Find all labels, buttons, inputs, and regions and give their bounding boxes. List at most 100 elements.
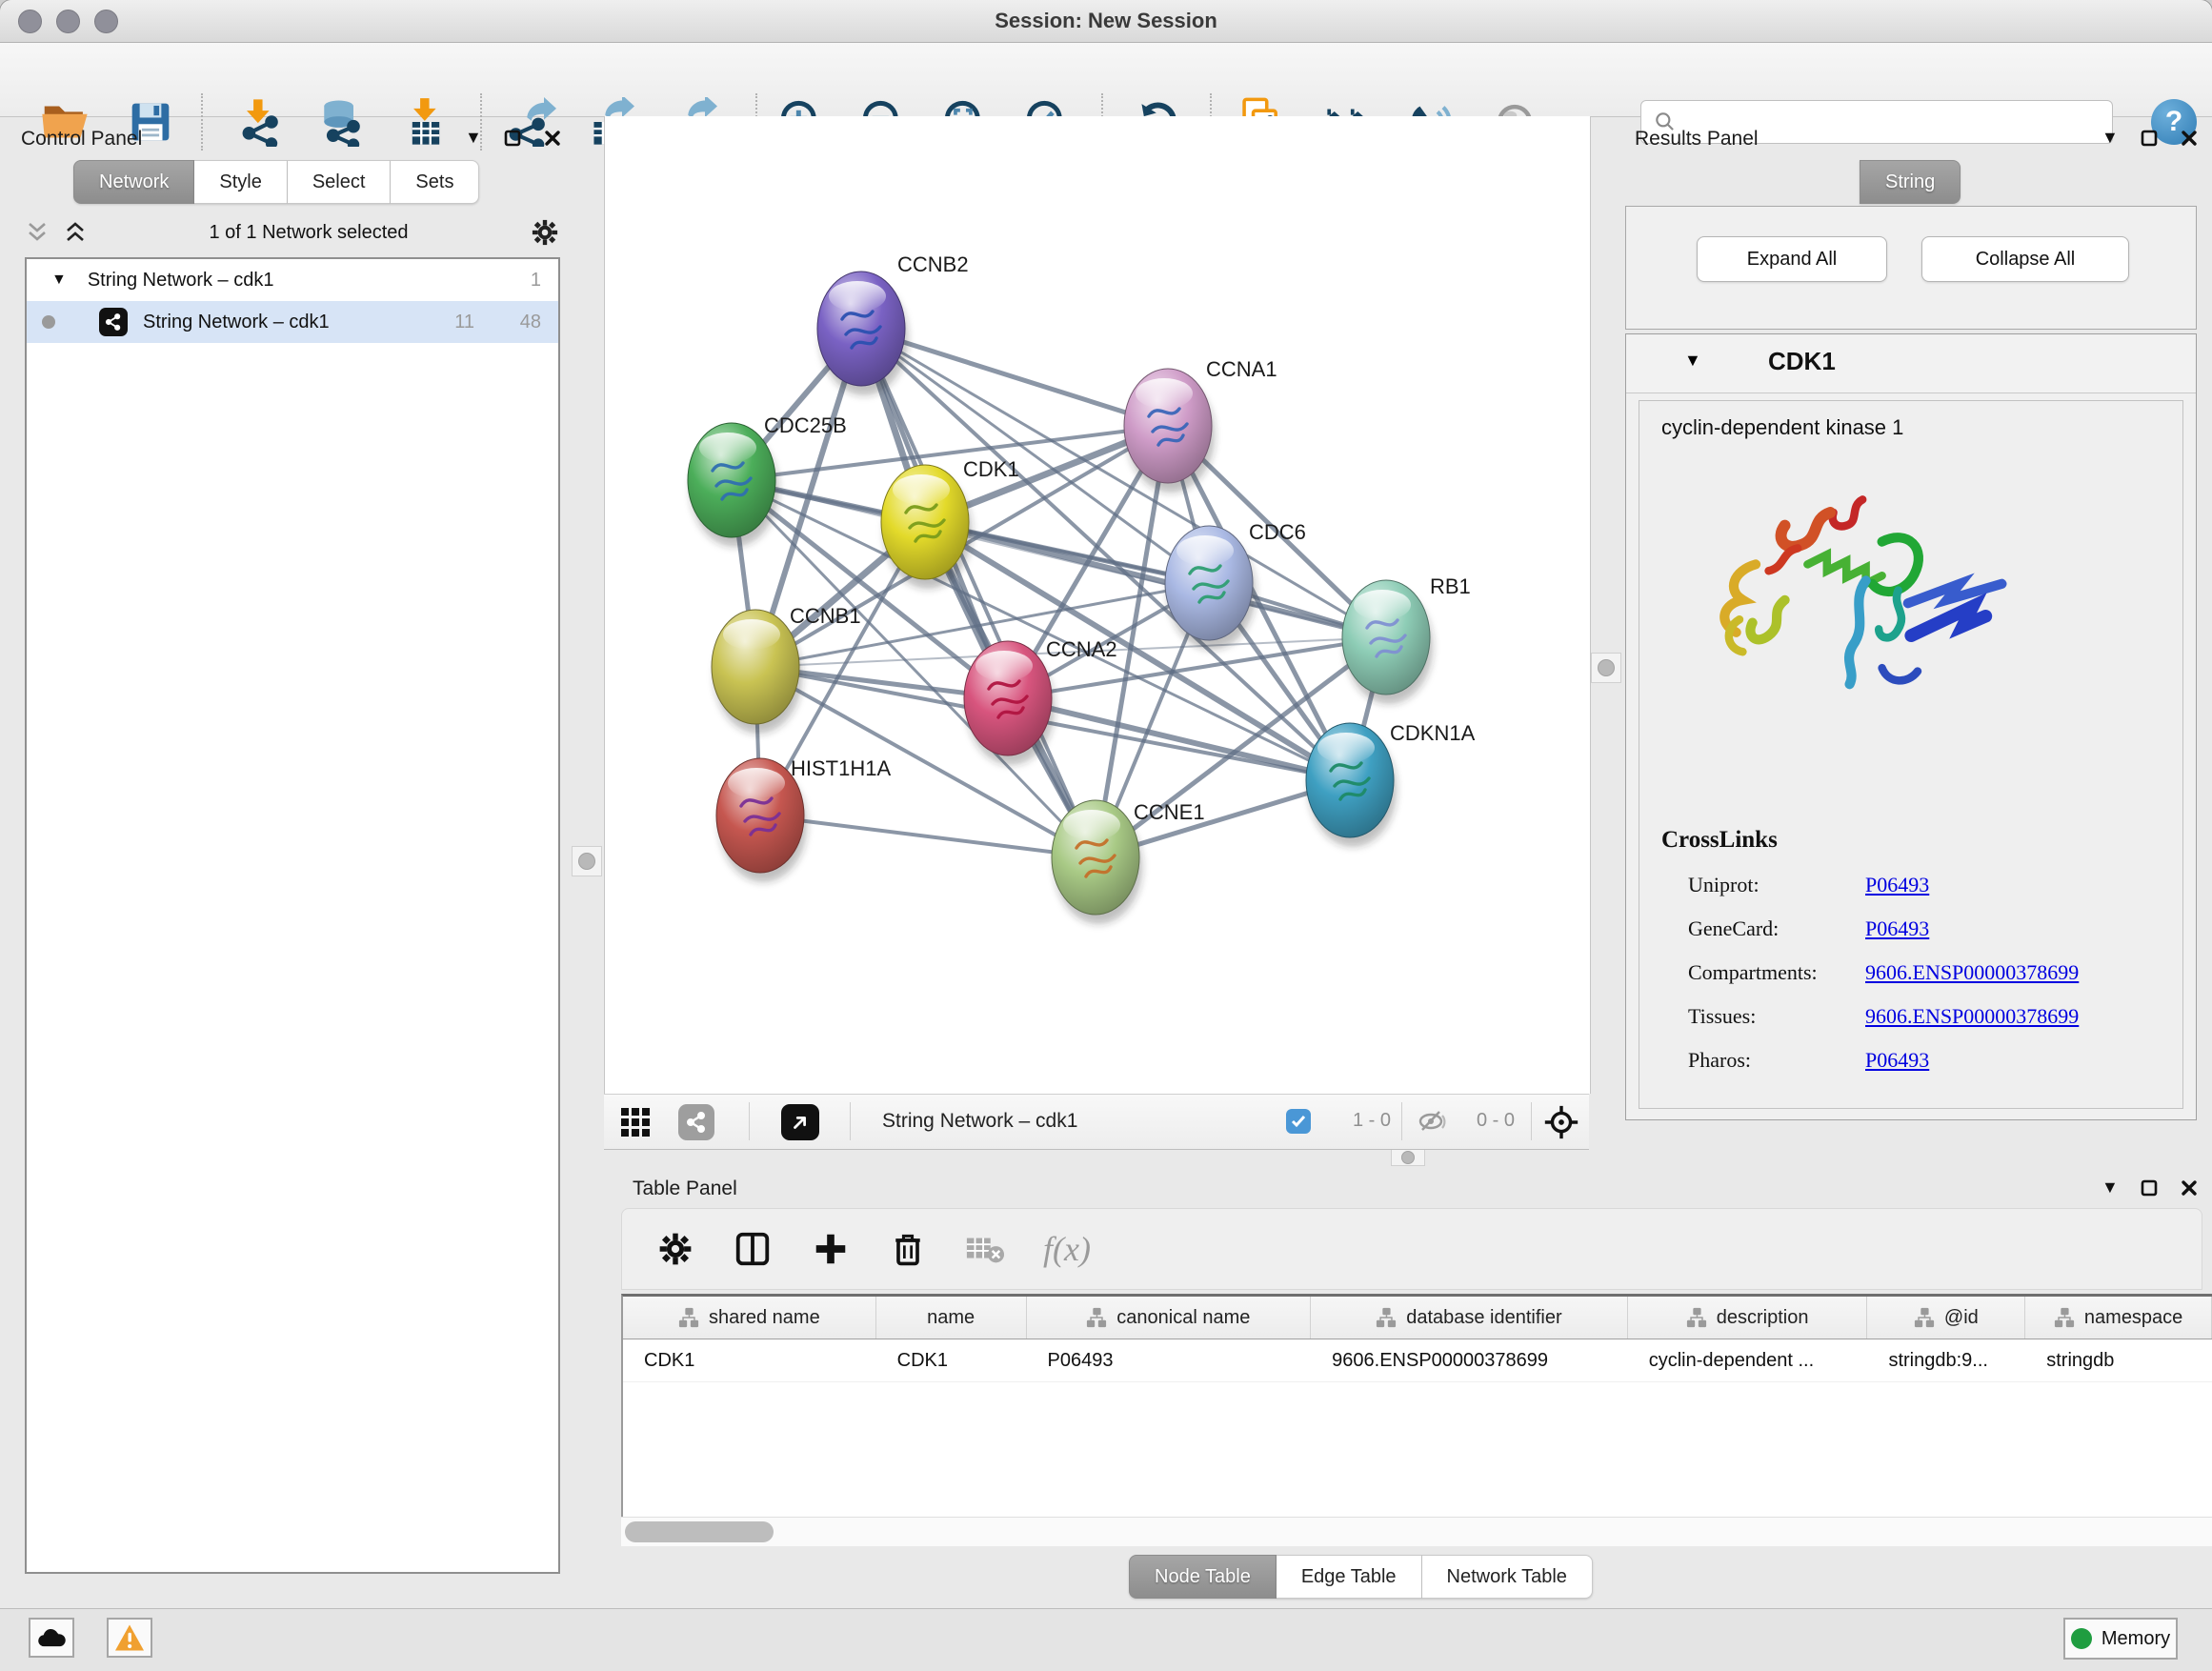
- crosslink-label: Pharos:: [1688, 1048, 1751, 1072]
- birds-eye-view-icon[interactable]: [781, 1104, 819, 1140]
- node-CDC6[interactable]: CDC6: [1165, 520, 1306, 650]
- edge-HIST1H1A-CCNE1[interactable]: [760, 815, 1096, 857]
- add-column-icon[interactable]: [811, 1229, 851, 1269]
- collapse-all-button[interactable]: Collapse All: [1921, 236, 2129, 282]
- table-panel-title: Table Panel: [633, 1178, 737, 1200]
- node-table[interactable]: shared name namecanonical namedatabase id…: [621, 1294, 2212, 1545]
- network-canvas[interactable]: CCNB2CCNA1CDC25BCDK1CDC6RB1CCNB1CCNA2CDK…: [604, 116, 1591, 1094]
- column-header-database-identifier[interactable]: database identifier: [1311, 1297, 1628, 1339]
- table-gear-icon[interactable]: [656, 1230, 694, 1268]
- edge-CCNB2-CCNE1[interactable]: [861, 329, 1096, 857]
- tab-network-table[interactable]: Network Table: [1422, 1555, 1593, 1599]
- gene-header-row[interactable]: [1626, 335, 2196, 393]
- memory-label: Memory: [2101, 1628, 2170, 1650]
- panel-menu-icon[interactable]: ▼: [465, 128, 482, 148]
- table-body: CDK1CDK1P064939606.ENSP00000378699cyclin…: [623, 1339, 2212, 1382]
- crosslink-row-genecard: GeneCard:P06493: [1688, 916, 2183, 960]
- control-panel-title: Control Panel: [21, 128, 142, 151]
- import-network-icon[interactable]: [232, 95, 286, 149]
- network-selection-bar: 1 of 1 Network selected: [25, 211, 560, 253]
- column-header-description[interactable]: description: [1628, 1297, 1868, 1339]
- left-splitter-handle[interactable]: [572, 846, 602, 876]
- node-HIST1H1A[interactable]: HIST1H1A: [716, 756, 891, 882]
- cell-name: CDK1: [876, 1339, 1027, 1381]
- collection-expand-icon[interactable]: ▼: [51, 272, 67, 289]
- window-title: Session: New Session: [0, 0, 2212, 42]
- collection-count: 1: [531, 270, 541, 292]
- network-collection-row[interactable]: ▼ String Network – cdk1 1: [27, 259, 558, 301]
- scrollbar-thumb[interactable]: [625, 1521, 774, 1542]
- panel-menu-icon[interactable]: ▼: [2101, 1178, 2119, 1198]
- table-horizontal-scrollbar[interactable]: [621, 1517, 2212, 1546]
- gear-icon[interactable]: [530, 217, 560, 248]
- float-panel-icon[interactable]: [2140, 129, 2159, 148]
- close-panel-icon[interactable]: [543, 129, 562, 148]
- column-header-shared-name[interactable]: shared name: [623, 1297, 876, 1339]
- node-position-crosshair-icon[interactable]: [1541, 1102, 1581, 1142]
- network-column-icon: [1686, 1307, 1707, 1328]
- tab-sets[interactable]: Sets: [391, 160, 479, 204]
- float-panel-icon[interactable]: [503, 129, 522, 148]
- right-splitter-handle[interactable]: [1591, 653, 1621, 683]
- crosslink-link[interactable]: 9606.ENSP00000378699: [1865, 1004, 2079, 1029]
- bottom-splitter-handle[interactable]: [1391, 1149, 1425, 1166]
- column-header-namespace[interactable]: namespace: [2025, 1297, 2212, 1339]
- tab-style[interactable]: Style: [194, 160, 287, 204]
- title-bar: Session: New Session: [0, 0, 2212, 43]
- node-CCNB2[interactable]: CCNB2: [817, 252, 969, 395]
- show-columns-icon[interactable]: [733, 1229, 773, 1269]
- panel-menu-icon[interactable]: ▼: [2101, 128, 2119, 148]
- node-CCNE1[interactable]: CCNE1: [1052, 800, 1205, 924]
- cell-description: cyclin-dependent ...: [1628, 1339, 1868, 1381]
- network-label: String Network – cdk1: [143, 312, 330, 333]
- results-panel-title: Results Panel: [1635, 128, 1759, 151]
- table-toolbar: f(x): [621, 1208, 2202, 1290]
- cloud-icon: [37, 1627, 66, 1648]
- network-column-icon: [678, 1307, 699, 1328]
- node-CDC25B[interactable]: CDC25B: [688, 413, 847, 547]
- expand-all-icon[interactable]: [63, 220, 88, 245]
- gene-name: CDK1: [1768, 347, 1836, 376]
- column-header-@id[interactable]: @id: [1867, 1297, 2025, 1339]
- hidden-eye-icon[interactable]: [1418, 1108, 1448, 1135]
- expand-all-button[interactable]: Expand All: [1697, 236, 1887, 282]
- network-column-icon: [1376, 1307, 1397, 1328]
- node-CDKN1A[interactable]: CDKN1A: [1306, 721, 1476, 847]
- column-header-canonical-name[interactable]: canonical name: [1027, 1297, 1312, 1339]
- gene-collapse-icon[interactable]: ▼: [1684, 351, 1701, 371]
- node-CCNA1[interactable]: CCNA1: [1124, 357, 1277, 493]
- crosslink-link[interactable]: P06493: [1865, 916, 1929, 941]
- node-CCNA2[interactable]: CCNA2: [964, 637, 1117, 765]
- table-row[interactable]: CDK1CDK1P064939606.ENSP00000378699cyclin…: [623, 1339, 2212, 1382]
- network-row[interactable]: String Network – cdk1 11 48: [27, 301, 558, 343]
- cloud-status-button[interactable]: [29, 1618, 74, 1658]
- crosslink-link[interactable]: P06493: [1865, 1048, 1929, 1073]
- delete-column-icon[interactable]: [889, 1229, 927, 1269]
- grid-view-icon[interactable]: [619, 1106, 652, 1138]
- selected-nodes-checkbox[interactable]: [1286, 1109, 1311, 1134]
- network-column-icon: [1914, 1307, 1935, 1328]
- warnings-button[interactable]: [107, 1618, 152, 1658]
- string-network-graph[interactable]: CCNB2CCNA1CDC25BCDK1CDC6RB1CCNB1CCNA2CDK…: [605, 116, 1590, 1094]
- crosslink-link[interactable]: 9606.ENSP00000378699: [1865, 960, 2079, 985]
- memory-button[interactable]: Memory: [2063, 1618, 2178, 1660]
- edge-count: 48: [520, 312, 541, 333]
- import-table-icon[interactable]: [399, 95, 452, 149]
- column-label: shared name: [709, 1307, 820, 1329]
- tab-network[interactable]: Network: [73, 160, 194, 204]
- share-view-icon[interactable]: [678, 1104, 714, 1140]
- float-panel-icon[interactable]: [2140, 1178, 2159, 1198]
- node-RB1[interactable]: RB1: [1342, 574, 1471, 704]
- tab-string[interactable]: String: [1860, 160, 1961, 204]
- close-panel-icon[interactable]: [2180, 1178, 2199, 1198]
- column-header-name[interactable]: name: [876, 1297, 1027, 1339]
- collapse-all-icon[interactable]: [25, 220, 50, 245]
- tab-edge-table[interactable]: Edge Table: [1277, 1555, 1422, 1599]
- crosslink-link[interactable]: P06493: [1865, 873, 1929, 897]
- import-network-from-database-icon[interactable]: [314, 95, 368, 149]
- close-panel-icon[interactable]: [2180, 129, 2199, 148]
- network-selection-status: 1 of 1 Network selected: [88, 222, 530, 244]
- tab-node-table[interactable]: Node Table: [1129, 1555, 1277, 1599]
- tab-select[interactable]: Select: [288, 160, 392, 204]
- column-label: description: [1717, 1307, 1809, 1329]
